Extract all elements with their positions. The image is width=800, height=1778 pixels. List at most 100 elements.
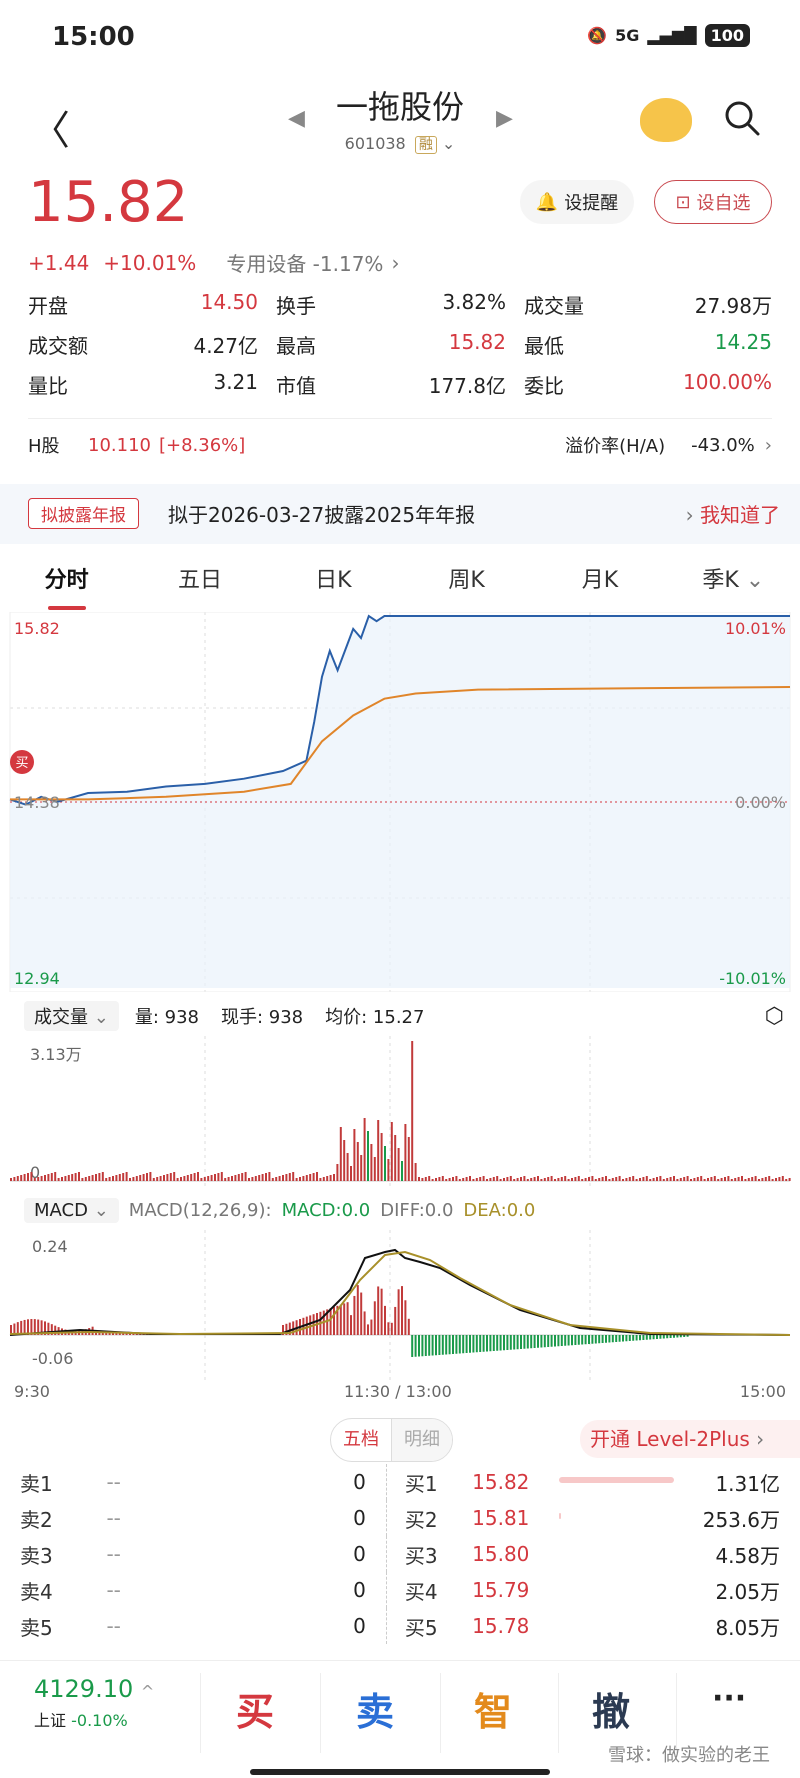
sector-link[interactable]: 专用设备 -1.17% bbox=[226, 248, 383, 277]
volume-bar bbox=[686, 1176, 689, 1181]
volume-bar bbox=[254, 1176, 257, 1181]
mascot-icon[interactable] bbox=[640, 98, 692, 142]
stock-header: 〈 ◀ 一拖股份 ▶ 601038 融 ⌄ bbox=[0, 80, 800, 170]
stat-cell: 市值 177.8亿 bbox=[276, 370, 524, 399]
volume-bar bbox=[193, 1173, 196, 1181]
macd-histogram-bar bbox=[560, 1335, 563, 1346]
index-widget[interactable]: 4129.10 ^ 上证 -0.10% bbox=[34, 1675, 154, 1731]
more-button[interactable]: ··· bbox=[712, 1681, 746, 1716]
add-watchlist-button[interactable]: ⊡ 设自选 bbox=[654, 180, 772, 224]
tab-daily-k[interactable]: 日K bbox=[267, 556, 400, 610]
volume-bar bbox=[469, 1176, 471, 1181]
volume-bar bbox=[146, 1173, 148, 1181]
macd-histogram-bar bbox=[499, 1335, 502, 1351]
macd-histogram-bar bbox=[329, 1308, 332, 1335]
macd-info-bar: MACD ⌄ MACD(12,26,9): MACD:0.0 DIFF:0.0 … bbox=[0, 1190, 800, 1230]
stat-value: 14.25 bbox=[714, 329, 772, 354]
next-stock-icon[interactable]: ▶ bbox=[496, 106, 513, 131]
buy-volume-bar-fill bbox=[559, 1513, 562, 1519]
volume-bar bbox=[754, 1176, 757, 1181]
divider bbox=[320, 1673, 321, 1753]
buy-level-volume: 2.05万 bbox=[715, 1579, 780, 1604]
volume-bar bbox=[666, 1178, 669, 1181]
macd-histogram-bar bbox=[533, 1335, 536, 1348]
volume-bar bbox=[169, 1173, 172, 1181]
tab-monthly-k[interactable]: 月K bbox=[533, 556, 666, 610]
volume-bar bbox=[295, 1178, 298, 1181]
volume-bar bbox=[234, 1175, 237, 1181]
index-pct: -0.10% bbox=[71, 1711, 128, 1730]
volume-bar bbox=[343, 1140, 346, 1181]
volume-bar bbox=[465, 1177, 468, 1181]
level2-upgrade-link[interactable]: 开通 Level-2Plus › bbox=[580, 1420, 800, 1458]
macd-histogram-bar bbox=[472, 1335, 475, 1353]
tab-details[interactable]: 明细 bbox=[392, 1419, 452, 1461]
sell-level-label: 卖3 bbox=[20, 1543, 53, 1568]
volume-bar bbox=[431, 1179, 434, 1181]
chevron-down-icon[interactable]: ⌄ bbox=[442, 134, 455, 153]
smart-button[interactable]: 智 bbox=[474, 1681, 512, 1736]
macd-chart: 0.24 -0.06 bbox=[9, 1230, 791, 1380]
volume-bar bbox=[54, 1172, 57, 1181]
volume-bar bbox=[567, 1179, 570, 1181]
macd-histogram-bar bbox=[615, 1335, 618, 1342]
volume-bar bbox=[445, 1179, 448, 1181]
search-icon[interactable] bbox=[722, 98, 762, 138]
volume-bar bbox=[632, 1176, 635, 1181]
volume-bar bbox=[625, 1178, 628, 1181]
orderbook: 卖1 -- 0 买1 15.82 1.31亿 卖2 -- 0 买2 15.81 253.6万 卖3 -- 0… bbox=[20, 1464, 780, 1644]
status-bar: 15:00 🔕 5G ▂▄▆█ 100 bbox=[0, 0, 800, 80]
stat-label: 最高 bbox=[276, 333, 316, 358]
volume-bar bbox=[251, 1177, 254, 1181]
macd-histogram-bar bbox=[377, 1286, 380, 1335]
back-icon[interactable]: 〈 bbox=[30, 98, 70, 156]
diff-value: DIFF:0.0 bbox=[380, 1199, 454, 1221]
volume-bar bbox=[486, 1179, 488, 1181]
macd-histogram-bar bbox=[452, 1335, 454, 1354]
tab-five-levels[interactable]: 五档 bbox=[331, 1419, 392, 1461]
stock-name: 一拖股份 bbox=[335, 88, 464, 126]
chevron-right-icon: › bbox=[756, 1427, 765, 1451]
set-alert-button[interactable]: 🔔 设提醒 bbox=[520, 180, 634, 224]
volume-bar bbox=[350, 1166, 352, 1181]
intraday-chart[interactable]: 15.82 14.38 12.94 10.01% 0.00% -10.01% 买 bbox=[0, 612, 800, 992]
stat-cell: 成交量 27.98万 bbox=[524, 290, 772, 319]
volume-bar bbox=[394, 1135, 397, 1181]
volume-max-label: 3.13万 bbox=[30, 1045, 82, 1064]
volume-bar bbox=[499, 1179, 502, 1181]
watermark: 雪球：做实验的老王 bbox=[608, 1745, 770, 1766]
stats-row: 量比 3.21 市值 177.8亿 委比 100.00% bbox=[28, 364, 772, 404]
buy-level-label: 买4 bbox=[404, 1579, 438, 1604]
volume-bar bbox=[309, 1174, 312, 1181]
volume-bar bbox=[312, 1173, 315, 1181]
volume-bar bbox=[23, 1174, 26, 1181]
volume-bar bbox=[203, 1177, 206, 1181]
volume-selector[interactable]: 成交量 ⌄ bbox=[24, 1001, 119, 1031]
tab-quarterly-k[interactable]: 季K ⌄ bbox=[667, 556, 800, 610]
volume-bar bbox=[40, 1176, 43, 1181]
dismiss-link[interactable]: › 我知道了 bbox=[686, 499, 780, 528]
macd-histogram-bar bbox=[414, 1335, 417, 1357]
buy-button[interactable]: 买 bbox=[236, 1681, 274, 1736]
volume-bar bbox=[649, 1179, 652, 1181]
tab-intraday[interactable]: 分时 bbox=[0, 556, 133, 610]
orderbook-row: 卖4 -- 0 买4 15.79 2.05万 bbox=[20, 1572, 780, 1608]
h-share-row[interactable]: H股 10.110 [+8.36%] 溢价率(H/A) -43.0% › bbox=[28, 432, 772, 458]
tab-weekly-k[interactable]: 周K bbox=[400, 556, 533, 610]
stat-value: 177.8亿 bbox=[428, 373, 506, 398]
tab-five-day[interactable]: 五日 bbox=[133, 556, 266, 610]
volume-bar bbox=[217, 1173, 220, 1181]
macd-selector[interactable]: MACD ⌄ bbox=[24, 1197, 119, 1223]
volume-info-bar: 成交量 ⌄ 量: 938 现手: 938 均价: 15.27 ⬡ bbox=[0, 996, 800, 1036]
cancel-order-button[interactable]: 撤 bbox=[592, 1681, 630, 1736]
volume-bar bbox=[231, 1176, 233, 1181]
macd-histogram-bar bbox=[666, 1335, 669, 1339]
stat-value: 4.27亿 bbox=[193, 333, 258, 358]
stat-value: 14.50 bbox=[200, 289, 258, 314]
volume-bar bbox=[125, 1172, 128, 1181]
macd-histogram-bar bbox=[496, 1335, 499, 1351]
set-alert-label: 设提醒 bbox=[564, 193, 619, 214]
sell-button[interactable]: 卖 bbox=[356, 1681, 394, 1736]
settings-icon[interactable]: ⬡ bbox=[765, 1004, 784, 1029]
macd-histogram-bar bbox=[601, 1335, 604, 1343]
